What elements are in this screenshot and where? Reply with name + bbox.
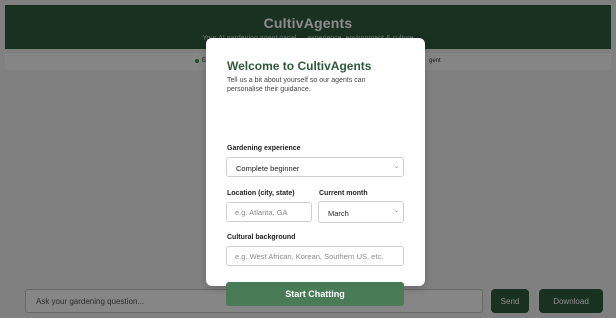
start-chatting-button[interactable]: Start Chatting [226,282,404,306]
location-label: Location (city, state) [227,190,295,197]
experience-select[interactable]: Complete beginner ⌄ [226,157,404,177]
month-label: Current month [319,190,368,197]
chevron-down-icon: ⌄ [393,208,399,214]
culture-input[interactable] [226,246,404,266]
culture-label: Cultural background [227,234,296,241]
modal-intro: Tell us a bit about yourself so our agen… [227,77,366,93]
welcome-modal: Welcome to CultivAgents Tell us a bit ab… [206,38,425,306]
chevron-down-icon: ⌄ [393,164,399,170]
experience-label: Gardening experience [227,145,301,152]
month-select[interactable]: March ⌄ [318,201,404,223]
location-input[interactable] [226,202,312,222]
experience-value: Complete beginner [236,164,300,173]
modal-title: Welcome to CultivAgents [227,59,372,73]
month-value: March [328,209,349,218]
